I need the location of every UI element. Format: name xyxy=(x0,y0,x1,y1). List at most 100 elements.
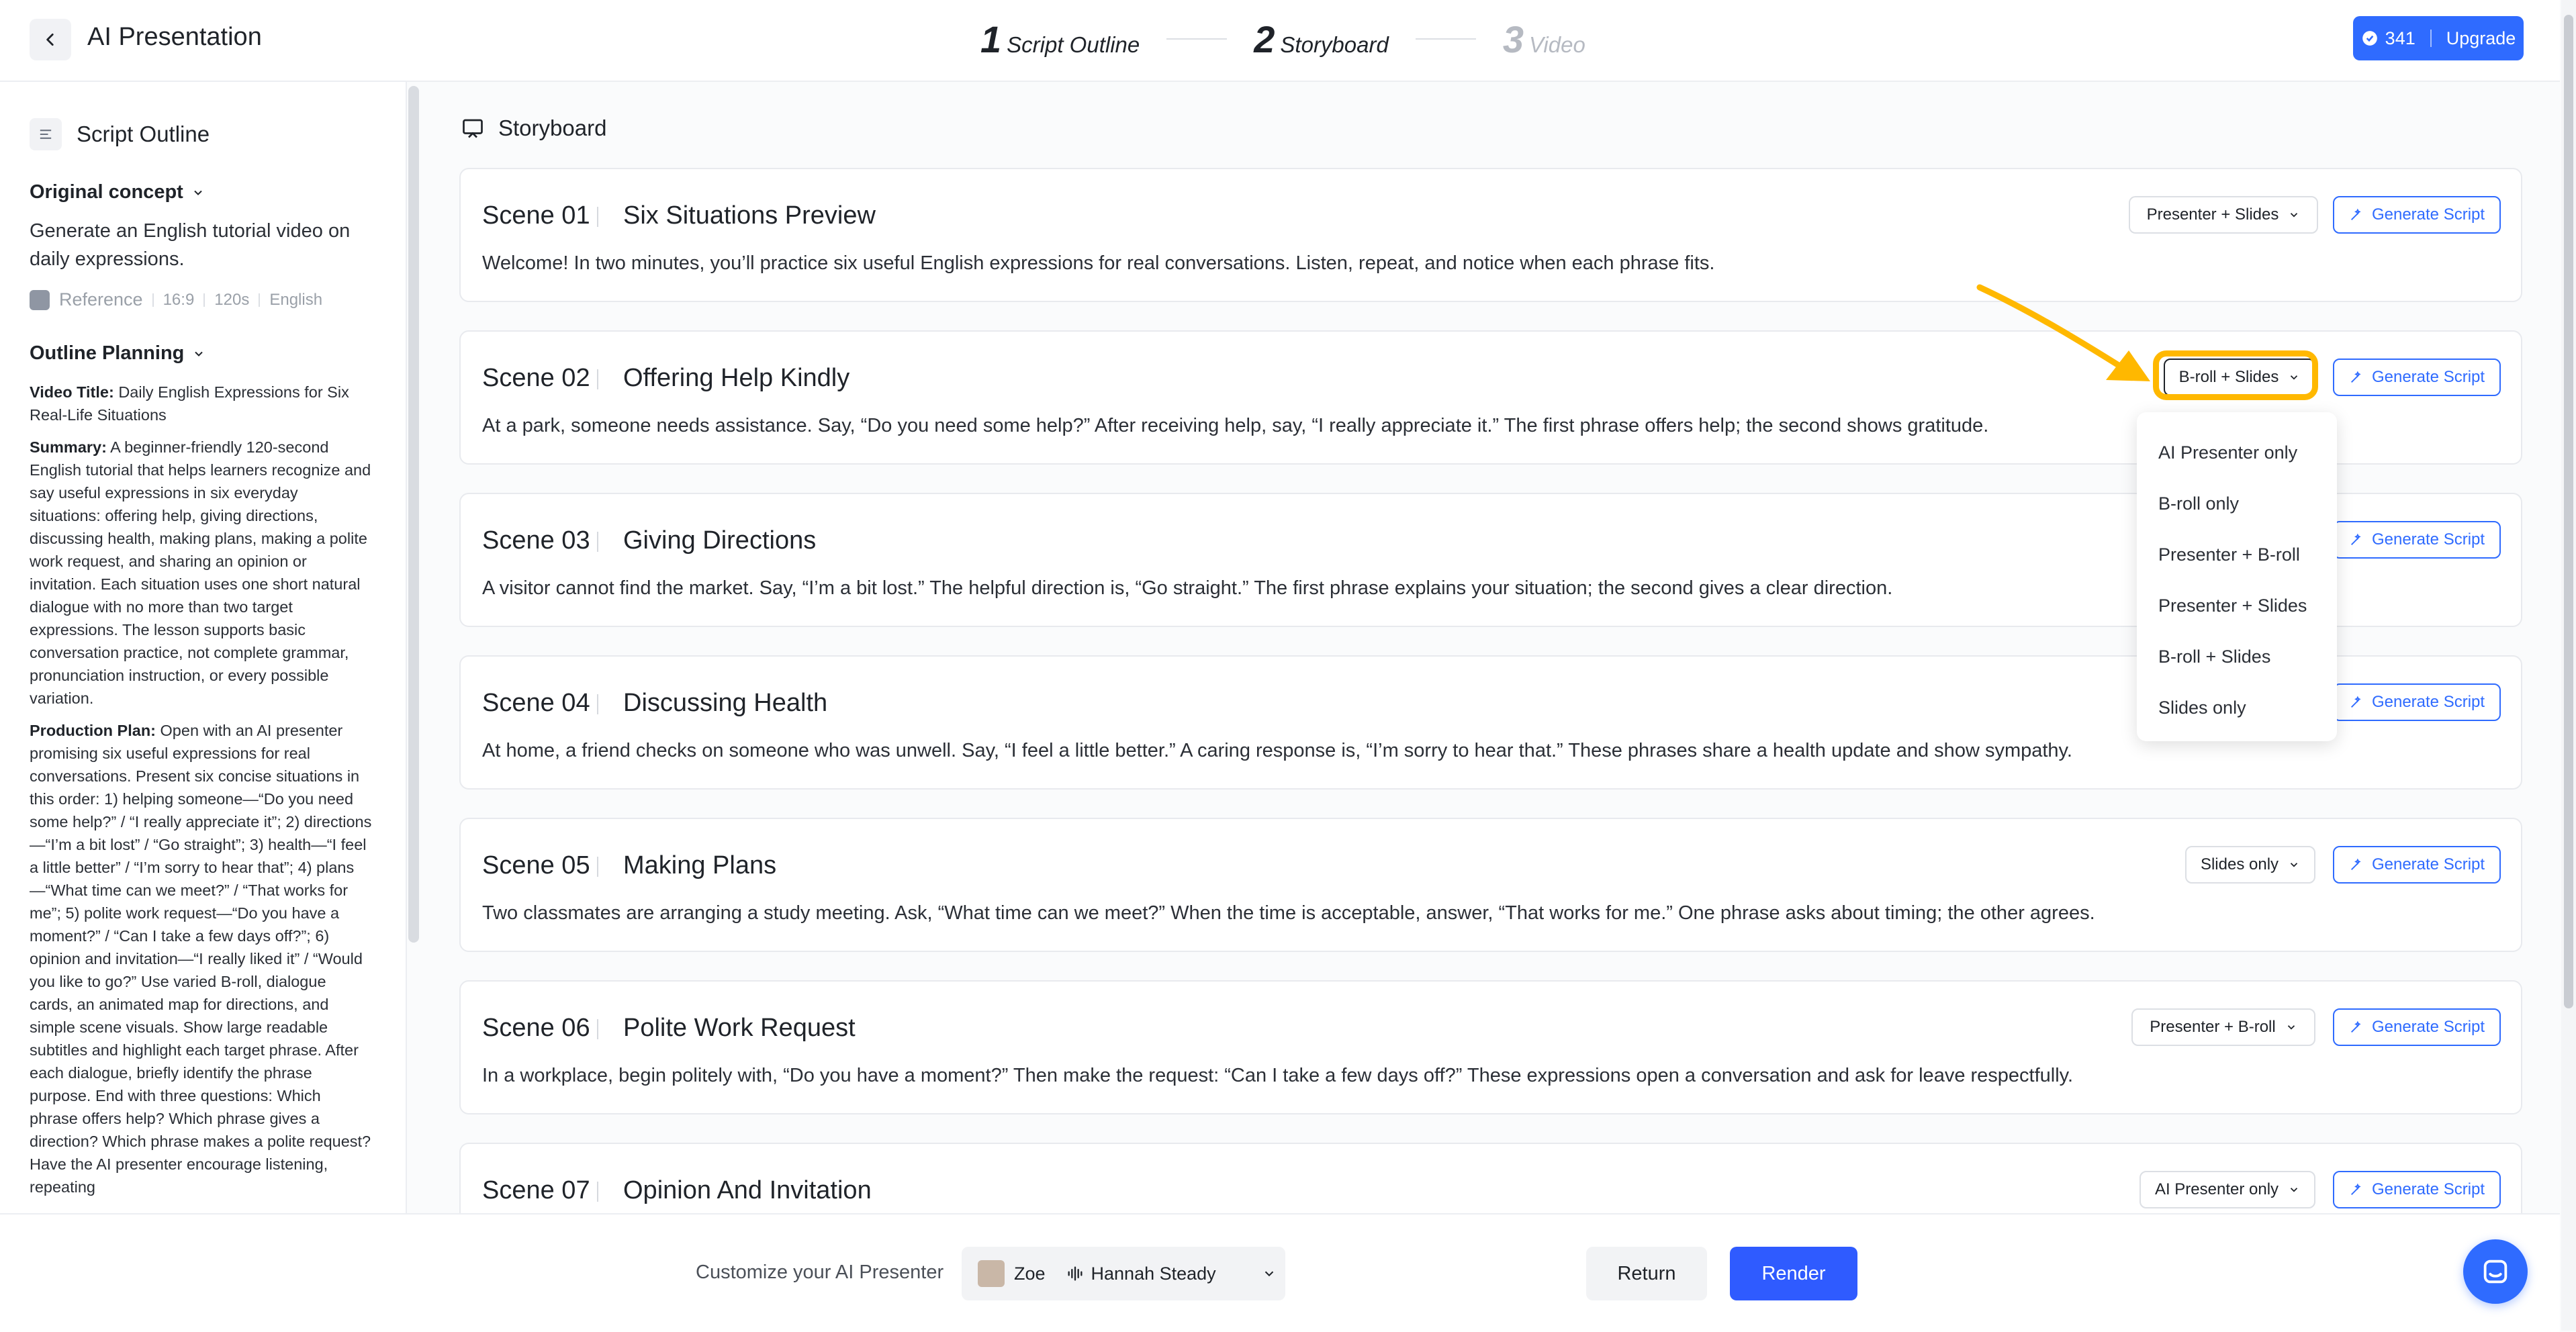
script-outline-panel: Script Outline Original concept Generate… xyxy=(0,82,407,1213)
top-bar: AI Presentation 1 Script Outline 2 Story… xyxy=(0,0,2560,82)
magic-wand-icon xyxy=(2350,1020,2361,1033)
layout-select-highlight xyxy=(2153,350,2318,400)
divider xyxy=(152,293,154,307)
storyboard-header: Storyboard xyxy=(461,115,606,141)
layout-dropdown-menu: AI Presenter only B-roll only Presenter … xyxy=(2137,412,2337,741)
step-indicator: 1 Script Outline 2 Storyboard 3 Video xyxy=(980,17,1585,60)
dropdown-option-presenter-broll[interactable]: Presenter + B-roll xyxy=(2137,529,2337,580)
concept-meta: Reference 16:9 120s English xyxy=(30,289,373,310)
scene-card: Scene 06 Polite Work Request Presenter +… xyxy=(459,980,2522,1114)
scene-number: Scene 02 xyxy=(482,364,590,392)
credits-count: 341 xyxy=(2361,28,2416,49)
panel-header: Script Outline xyxy=(30,118,373,150)
outline-content: Script Outline Original concept Generate… xyxy=(30,82,373,1208)
scene-title: Giving Directions xyxy=(623,526,817,555)
credit-icon xyxy=(2362,31,2377,46)
chevron-down-icon xyxy=(2291,213,2298,218)
panel-title: Script Outline xyxy=(77,122,210,146)
step-storyboard[interactable]: 2 Storyboard xyxy=(1254,17,1389,61)
chat-support-button[interactable] xyxy=(2463,1239,2528,1304)
customize-presenter-label: Customize your AI Presenter xyxy=(696,1262,944,1283)
magic-wand-icon xyxy=(2350,371,2361,383)
generate-script-button[interactable]: Generate Script xyxy=(2333,521,2501,559)
presenter-name: Zoe xyxy=(1014,1263,1046,1284)
summary-para: Summary: A beginner-friendly 120-second … xyxy=(30,438,371,707)
generate-script-button[interactable]: Generate Script xyxy=(2333,359,2501,396)
page-scrollbar[interactable] xyxy=(2561,0,2576,1331)
scene-description: At a park, someone needs assistance. Say… xyxy=(482,415,1989,436)
divider xyxy=(597,532,598,552)
outline-list-icon xyxy=(30,118,62,150)
step-divider xyxy=(1166,38,1228,40)
dropdown-option-broll-only[interactable]: B-roll only xyxy=(2137,478,2337,529)
generate-script-button[interactable]: Generate Script xyxy=(2333,196,2501,234)
return-button[interactable]: Return xyxy=(1586,1247,1707,1300)
upgrade-label: Upgrade xyxy=(2446,28,2516,48)
render-button[interactable]: Render xyxy=(1730,1247,1857,1300)
scene-description: Two classmates are arranging a study mee… xyxy=(482,902,2095,924)
generate-script-button[interactable]: Generate Script xyxy=(2333,683,2501,721)
scene-title: Offering Help Kindly xyxy=(623,364,850,392)
scene-title: Making Plans xyxy=(623,851,777,879)
production-plan-para: Production Plan: Open with an AI present… xyxy=(30,722,372,1196)
divider xyxy=(2430,30,2432,47)
upgrade-button[interactable]: 341 Upgrade xyxy=(2353,16,2524,60)
scene-description: Welcome! In two minutes, you’ll practice… xyxy=(482,252,1715,274)
avatar xyxy=(978,1260,1005,1287)
layout-select[interactable]: Presenter + Slides xyxy=(2129,196,2318,234)
step-divider xyxy=(1415,38,1476,40)
scene-card: Scene 07 Opinion And Invitation AI Prese… xyxy=(459,1143,2522,1213)
original-concept-toggle[interactable]: Original concept xyxy=(30,181,373,203)
outline-planning-text: Video Title: Daily English Expressions f… xyxy=(30,381,373,1198)
magic-wand-icon xyxy=(2350,533,2361,545)
scene-description: In a workplace, begin politely with, “Do… xyxy=(482,1065,2074,1086)
left-scrollbar[interactable] xyxy=(408,86,419,943)
chevron-down-icon xyxy=(195,351,203,356)
scene-number: Scene 01 xyxy=(482,201,590,230)
step-video: 3 Video xyxy=(1502,17,1585,60)
dropdown-option-presenter-slides[interactable]: Presenter + Slides xyxy=(2137,580,2337,631)
step-script-outline[interactable]: 1 Script Outline xyxy=(980,17,1140,61)
storyboard-icon xyxy=(463,119,483,138)
duration: 120s xyxy=(214,290,250,309)
chevron-down-icon xyxy=(2290,1188,2298,1192)
layout-select[interactable]: AI Presenter only xyxy=(2140,1171,2315,1208)
voice-name: Hannah Steady xyxy=(1091,1263,1216,1284)
generate-script-button[interactable]: Generate Script xyxy=(2333,846,2501,884)
generate-script-button[interactable]: Generate Script xyxy=(2333,1171,2501,1208)
divider xyxy=(597,1182,598,1202)
dropdown-option-slides-only[interactable]: Slides only xyxy=(2137,682,2337,733)
annotation-arrow-icon xyxy=(1976,284,2150,381)
magic-wand-icon xyxy=(2350,858,2361,870)
divider xyxy=(597,207,598,227)
scene-number: Scene 06 xyxy=(482,1014,590,1042)
generate-script-button[interactable]: Generate Script xyxy=(2333,1008,2501,1046)
language: English xyxy=(269,290,323,309)
chevron-down-icon xyxy=(1264,1271,1273,1277)
scene-card: Scene 01 Six Situations Preview Presente… xyxy=(459,168,2522,302)
magic-wand-icon xyxy=(2350,696,2361,708)
scene-title: Polite Work Request xyxy=(623,1014,856,1042)
scene-title: Opinion And Invitation xyxy=(623,1176,872,1204)
reference-icon xyxy=(30,289,50,310)
magic-wand-icon xyxy=(2350,208,2361,220)
chevron-down-icon xyxy=(194,190,202,195)
chevron-down-icon xyxy=(2287,1025,2295,1030)
outline-planning-toggle[interactable]: Outline Planning xyxy=(30,342,373,365)
scene-number: Scene 05 xyxy=(482,851,590,879)
divider xyxy=(259,293,261,307)
dropdown-option-broll-slides[interactable]: B-roll + Slides xyxy=(2137,631,2337,682)
presenter-select[interactable]: Zoe Hannah Steady xyxy=(962,1247,1285,1300)
layout-select[interactable]: Slides only xyxy=(2185,846,2315,884)
reference-label[interactable]: Reference xyxy=(59,289,143,310)
dropdown-option-ai-presenter-only[interactable]: AI Presenter only xyxy=(2137,427,2337,478)
app-title: AI Presentation xyxy=(87,23,262,51)
scene-description: A visitor cannot find the market. Say, “… xyxy=(482,577,1893,599)
back-button[interactable] xyxy=(30,19,71,60)
scene-number: Scene 07 xyxy=(482,1176,590,1204)
scrollbar-thumb[interactable] xyxy=(2564,15,2573,1008)
voice-wave-icon xyxy=(1068,1266,1083,1281)
chevron-left-icon xyxy=(46,34,54,46)
layout-select[interactable]: Presenter + B-roll xyxy=(2131,1008,2315,1046)
concept-text: Generate an English tutorial video on da… xyxy=(30,220,351,270)
